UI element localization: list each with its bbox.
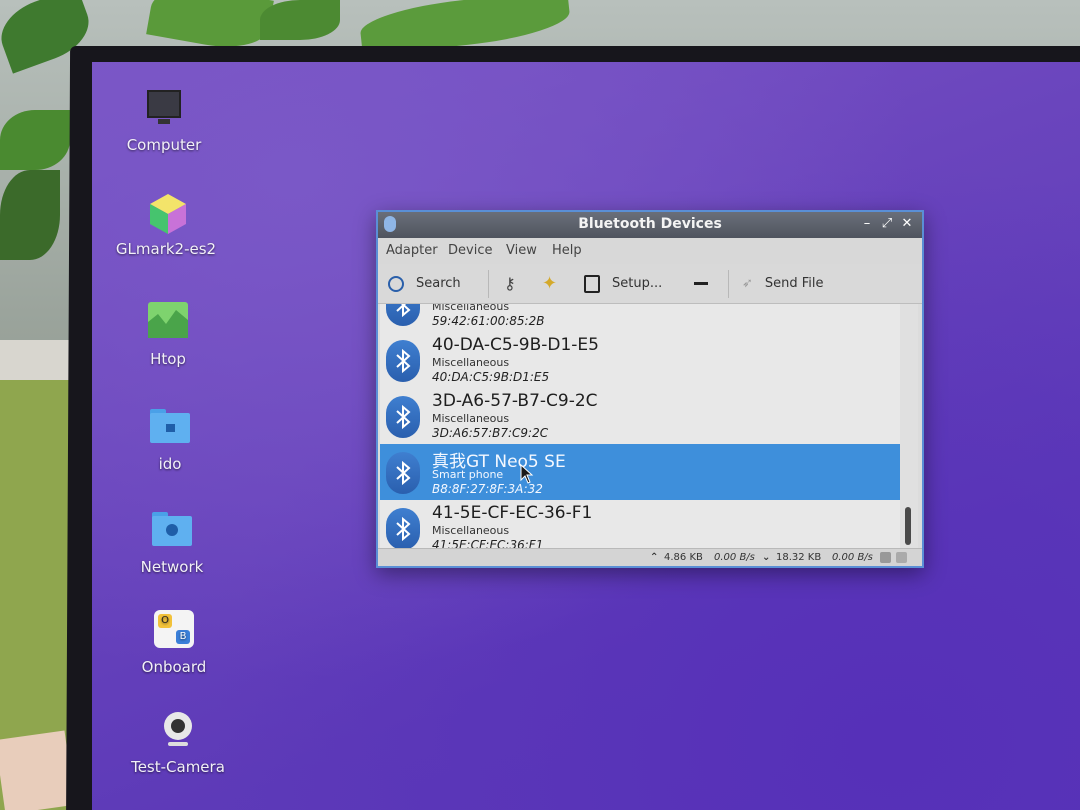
close-icon[interactable]: ✕	[898, 215, 916, 233]
window-title: Bluetooth Devices	[578, 216, 722, 232]
status-bar: ⌃ 4.86 KB 0.00 B/s ⌄ 18.32 KB 0.00 B/s	[378, 548, 922, 566]
device-address: 59:42:61:00:85:2B	[432, 314, 545, 328]
scrollbar-thumb[interactable]	[905, 507, 911, 545]
device-row[interactable]: 3D-A6-57-B7-C9-2C Miscellaneous 3D:A6:57…	[380, 388, 900, 444]
device-name: 40-DA-C5-9B-D1-E5	[432, 335, 599, 355]
search-button-label: Search	[416, 276, 461, 291]
bluetooth-icon	[386, 396, 420, 438]
menu-help[interactable]: Help	[552, 243, 582, 258]
send-file-icon: ➶	[742, 276, 753, 291]
desktop-icon-glmark2[interactable]: GLmark2-es2	[106, 192, 226, 258]
device-name: 3D-A6-57-B7-C9-2C	[432, 391, 598, 411]
desktop-icon-htop[interactable]: Htop	[108, 302, 228, 368]
setup-button[interactable]: Setup...	[584, 272, 672, 296]
menu-adapter[interactable]: Adapter	[386, 243, 438, 258]
plant-leaf	[260, 0, 340, 40]
upload-arrow-icon: ⌃	[650, 552, 659, 563]
search-icon	[388, 275, 404, 292]
download-rate: 0.00 B/s	[832, 552, 873, 563]
device-row-selected[interactable]: 真我GT Neo5 SE Smart phone B8:8F:27:8F:3A:…	[380, 444, 900, 500]
desktop-icon-label: ido	[158, 455, 182, 473]
computer-icon	[144, 88, 184, 128]
remove-icon[interactable]	[694, 272, 712, 296]
plant-leaf	[0, 110, 70, 170]
mouse-cursor-icon	[520, 464, 534, 484]
device-name: 41-5E-CF-EC-36-F1	[432, 503, 593, 523]
setup-button-label: Setup...	[612, 276, 663, 291]
device-list-scrollbar[interactable]	[900, 304, 918, 549]
device-row[interactable]: 41-5E-CF-EC-36-F1 Miscellaneous 41:5E:CF…	[380, 500, 900, 549]
bluetooth-icon	[386, 452, 420, 494]
trust-star-icon[interactable]: ✦	[542, 272, 566, 296]
desktop-icon-ido[interactable]: ido	[110, 407, 230, 473]
device-address: 3D:A6:57:B7:C9:2C	[432, 426, 549, 440]
desktop-icon-network[interactable]: Network	[112, 510, 232, 576]
device-row[interactable]: Miscellaneous 59:42:61:00:85:2B	[380, 304, 900, 332]
download-arrow-icon: ⌄	[762, 552, 771, 563]
desktop-icon-label: GLmark2-es2	[115, 240, 217, 258]
device-type: Miscellaneous	[432, 356, 510, 369]
toolbar-separator	[728, 270, 729, 298]
upload-rate: 0.00 B/s	[714, 552, 755, 563]
device-address: B8:8F:27:8F:3A:32	[432, 482, 543, 496]
device-type: Miscellaneous	[432, 412, 510, 425]
device-address: 40:DA:C5:9B:D1:E5	[432, 370, 550, 384]
send-file-button-label: Send File	[764, 276, 824, 291]
upload-total: 4.86 KB	[664, 552, 703, 563]
maximize-icon[interactable]: ⤢	[878, 215, 896, 233]
note-card	[0, 730, 75, 810]
desktop-icon-label: Htop	[150, 350, 186, 368]
device-type: Smart phone	[432, 468, 504, 481]
onboard-keyboard-icon: O B	[154, 610, 194, 650]
glmark-cube-icon	[146, 192, 186, 234]
menu-view[interactable]: View	[506, 243, 537, 258]
setup-icon	[584, 274, 600, 293]
bluetooth-icon	[386, 304, 420, 326]
desktop-icon-label: Test-Camera	[131, 758, 225, 776]
send-file-button[interactable]: ➶ Send File	[742, 272, 842, 296]
desktop-icon-label: Computer	[126, 136, 202, 154]
bluetooth-devices-window: Bluetooth Devices – ⤢ ✕ Adapter Device V…	[376, 210, 924, 568]
minimize-icon[interactable]: –	[858, 215, 876, 233]
device-type: Miscellaneous	[432, 524, 510, 537]
plant-leaf	[0, 170, 60, 260]
menu-bar: Adapter Device View Help	[378, 238, 922, 264]
device-list: Miscellaneous 59:42:61:00:85:2B 40-DA-C5…	[380, 304, 900, 549]
network-folder-icon	[152, 510, 192, 550]
webcam-icon	[158, 710, 198, 750]
key-icon[interactable]: ⚷	[504, 272, 528, 296]
device-type: Miscellaneous	[432, 304, 510, 313]
home-folder-icon	[150, 407, 190, 447]
bluetooth-icon	[386, 508, 420, 549]
window-titlebar[interactable]: Bluetooth Devices – ⤢ ✕	[378, 212, 922, 238]
bluetooth-icon	[386, 340, 420, 382]
toolbar: Search ⚷ ✦ Setup... ➶ Send File	[378, 264, 922, 304]
plant-pot	[0, 340, 75, 380]
menu-device[interactable]: Device	[448, 243, 492, 258]
desktop-icon-test-camera[interactable]: Test-Camera	[118, 710, 238, 776]
status-indicator-icon	[880, 552, 891, 563]
desktop-icon-onboard[interactable]: O B Onboard	[114, 610, 234, 676]
desktop-icon-label: Network	[140, 558, 204, 576]
htop-graph-icon	[148, 302, 188, 342]
download-total: 18.32 KB	[776, 552, 822, 563]
search-button[interactable]: Search	[388, 272, 472, 296]
desktop-icon-label: Onboard	[141, 658, 207, 676]
toolbar-separator	[488, 270, 489, 298]
device-row[interactable]: 40-DA-C5-9B-D1-E5 Miscellaneous 40:DA:C5…	[380, 332, 900, 388]
desktop-screen: Computer GLmark2-es2 Htop ido Network O …	[92, 62, 1080, 810]
status-indicator-icon	[896, 552, 907, 563]
desktop-icon-computer[interactable]: Computer	[104, 88, 224, 154]
